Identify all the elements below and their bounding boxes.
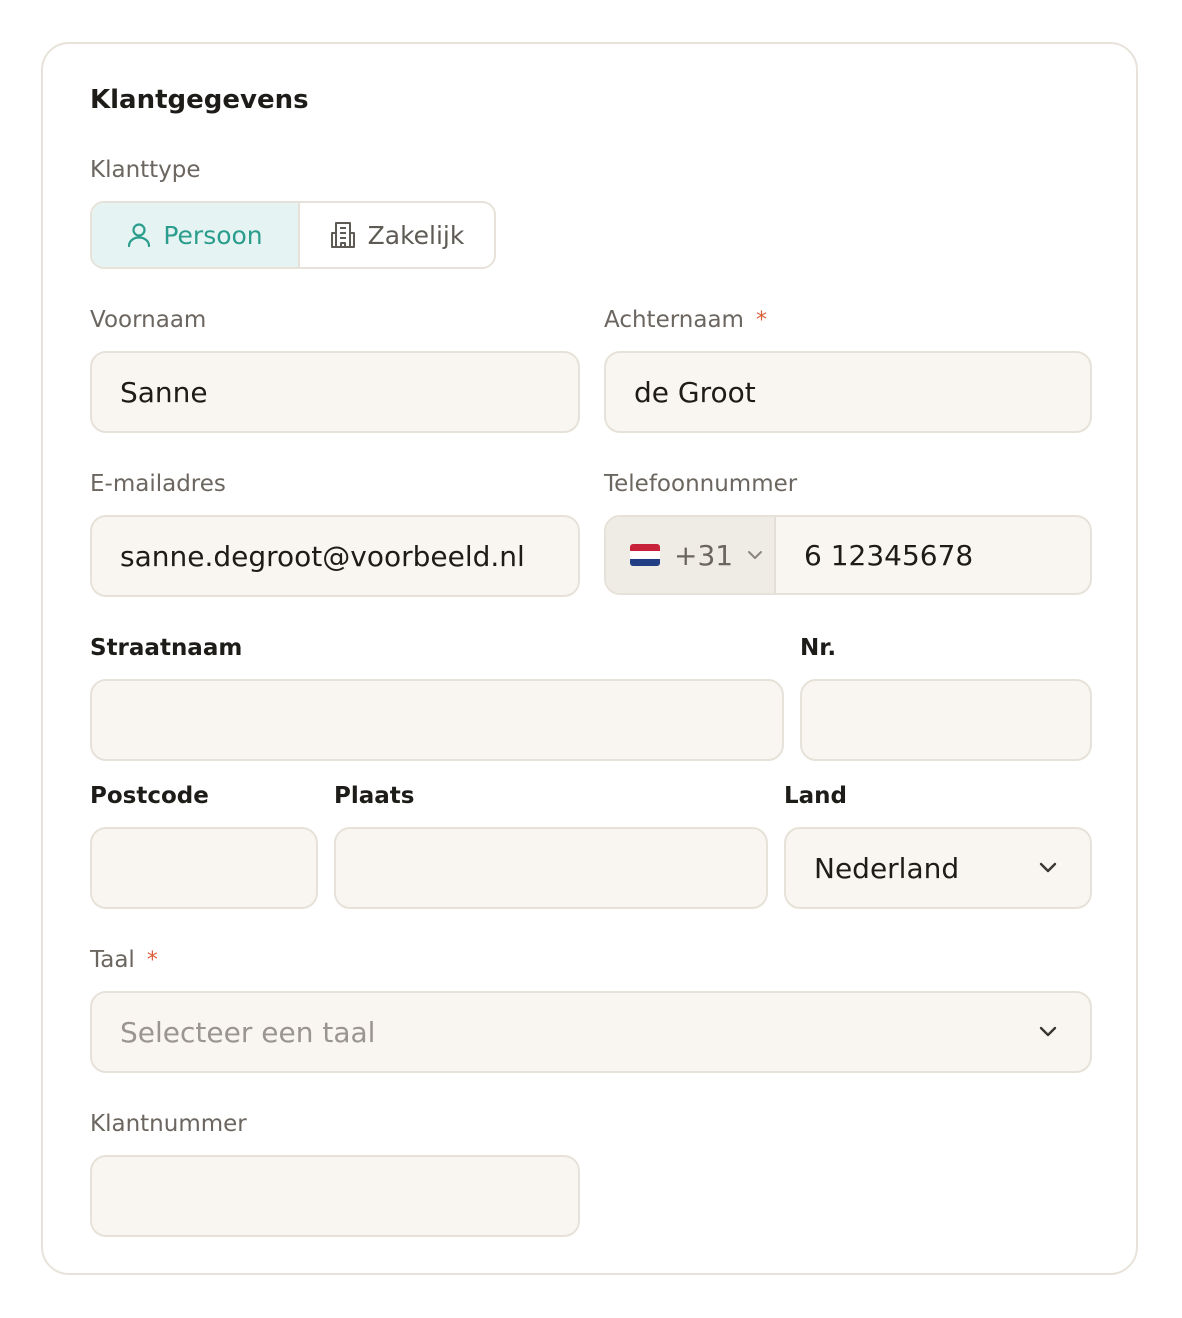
customer-type-label: Klanttype	[90, 157, 201, 183]
customer-type-business-button[interactable]: Zakelijk	[300, 203, 494, 267]
chevron-down-icon	[1039, 1026, 1057, 1037]
first-name-label: Voornaam	[90, 307, 207, 333]
language-placeholder: Selecteer een taal	[120, 1015, 376, 1049]
last-name-label: Achternaam *	[604, 307, 767, 333]
first-name-value: Sanne	[120, 375, 208, 409]
country-code-value: +31	[674, 538, 734, 572]
street-input[interactable]	[90, 679, 784, 761]
phone-number-input[interactable]: 6 12345678	[776, 517, 1090, 593]
user-icon	[128, 223, 151, 248]
last-name-value: de Groot	[634, 375, 756, 409]
postcode-label: Postcode	[90, 783, 209, 809]
street-label: Straatnaam	[90, 635, 243, 661]
city-input[interactable]	[334, 827, 768, 909]
building-icon	[330, 222, 355, 248]
language-label: Taal *	[90, 947, 158, 973]
phone-label: Telefoonnummer	[604, 471, 798, 497]
customer-type-toggle: Persoon Zakelijk	[90, 201, 496, 269]
netherlands-flag-icon	[630, 544, 660, 566]
city-label: Plaats	[334, 783, 415, 809]
phone-number-value: 6 12345678	[804, 538, 974, 572]
country-value: Nederland	[814, 851, 960, 885]
language-select[interactable]: Selecteer een taal	[90, 991, 1092, 1073]
email-label: E-mailadres	[90, 471, 226, 497]
email-value: sanne.degroot@voorbeeld.nl	[120, 539, 525, 573]
country-select[interactable]: Nederland	[784, 827, 1092, 909]
required-mark: *	[146, 948, 158, 973]
country-label: Land	[784, 783, 848, 809]
person-option-label: Persoon	[163, 220, 263, 250]
postcode-input[interactable]	[90, 827, 318, 909]
email-input[interactable]: sanne.degroot@voorbeeld.nl	[90, 515, 580, 597]
chevron-down-icon	[748, 551, 763, 559]
chevron-down-icon	[1039, 862, 1057, 873]
house-number-input[interactable]	[800, 679, 1092, 761]
required-mark: *	[755, 308, 767, 333]
last-name-input[interactable]: de Groot	[604, 351, 1092, 433]
form-title: Klantgegevens	[90, 85, 309, 115]
business-option-label: Zakelijk	[367, 220, 465, 250]
house-number-label: Nr.	[800, 635, 837, 661]
customer-number-input[interactable]	[90, 1155, 580, 1237]
country-code-select[interactable]: +31	[606, 517, 776, 593]
customer-type-person-button[interactable]: Persoon	[92, 203, 300, 267]
first-name-input[interactable]: Sanne	[90, 351, 580, 433]
customer-number-label: Klantnummer	[90, 1111, 247, 1137]
phone-field: +31 6 12345678	[604, 515, 1092, 595]
